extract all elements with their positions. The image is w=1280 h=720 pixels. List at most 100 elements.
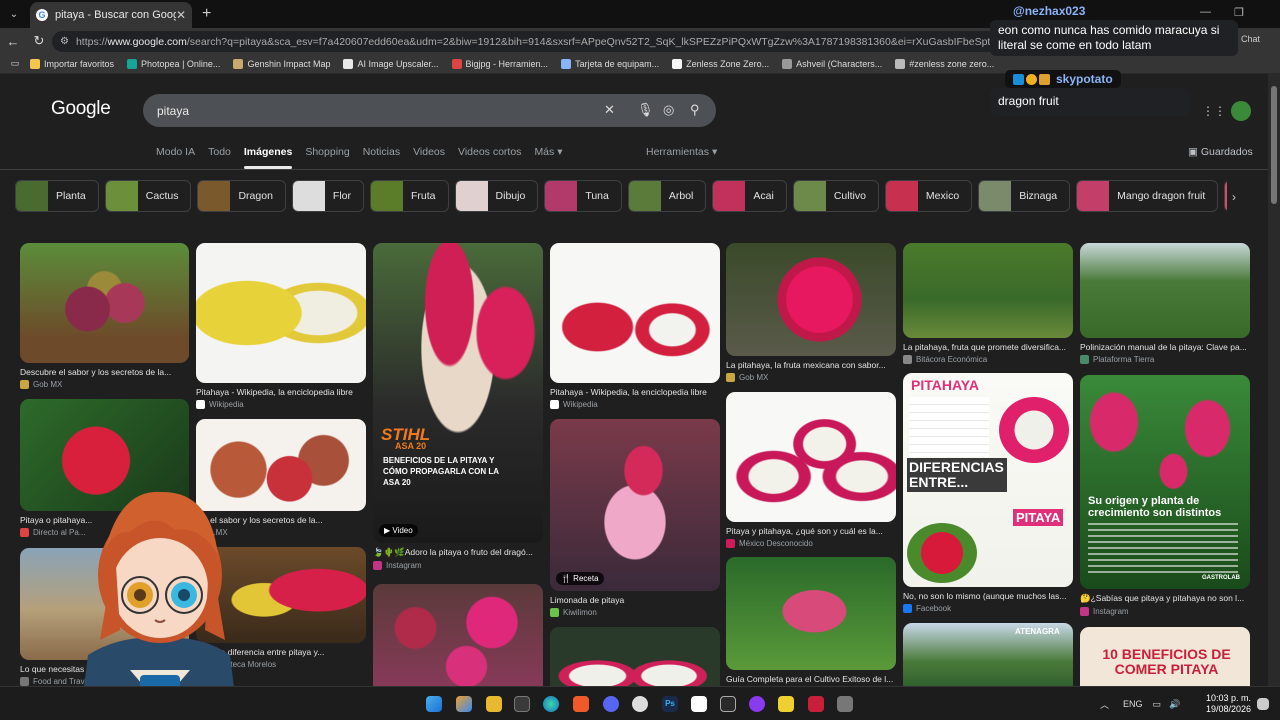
source-label: Bitácora Económica <box>916 355 988 364</box>
clear-search-icon[interactable]: ✕ <box>604 102 615 118</box>
app-icon[interactable] <box>632 696 648 712</box>
search-tab[interactable]: Videos <box>413 146 445 158</box>
search-tab[interactable]: Shopping <box>305 146 349 158</box>
tools-button[interactable]: Herramientas ▾ <box>646 146 717 158</box>
result-card[interactable]: STIHL ASA 20 BENEFICIOS DE LA PITAYA Y C… <box>373 243 543 570</box>
related-chip[interactable]: Cultivo <box>792 180 879 212</box>
notifications-icon[interactable] <box>1257 698 1269 710</box>
sticky-notes-icon[interactable] <box>778 696 794 712</box>
new-tab-icon[interactable]: + <box>202 5 211 23</box>
google-logo[interactable]: Google <box>51 98 111 120</box>
edge-icon[interactable] <box>543 696 559 712</box>
tab-close-icon[interactable]: ✕ <box>176 8 186 22</box>
saved-button[interactable]: ▣ Guardados <box>1188 146 1253 158</box>
result-card[interactable]: La pitahaya, fruta que promete diversifi… <box>903 243 1073 364</box>
search-tab[interactable]: Más ▾ <box>534 146 562 158</box>
chat-button[interactable]: Chat <box>1241 34 1260 44</box>
volume-icon[interactable]: 🔊 <box>1169 699 1180 710</box>
related-chip[interactable]: Cactus <box>104 180 192 212</box>
result-card[interactable] <box>550 627 720 686</box>
app-icon[interactable] <box>720 696 736 712</box>
discord-icon[interactable] <box>603 696 619 712</box>
result-image: 🍴 Receta <box>550 419 720 591</box>
app-icon[interactable] <box>749 696 765 712</box>
account-avatar[interactable] <box>1231 101 1251 121</box>
search-tab[interactable]: Todo <box>208 146 231 158</box>
result-card[interactable]: PITAHAYA DIFERENCIAS ENTRE... PITAYA No,… <box>903 373 1073 613</box>
address-bar[interactable]: ⚙ https://www.google.com/search?q=pitaya… <box>52 31 1012 52</box>
result-card[interactable]: Pitahaya - Wikipedia, la enciclopedia li… <box>550 243 720 409</box>
result-card[interactable]: ATENAGRA <box>903 623 1073 686</box>
notion-icon[interactable] <box>691 696 707 712</box>
clock[interactable]: 10:03 p. m. 19/08/2026 <box>1206 693 1251 715</box>
scrollbar-thumb[interactable] <box>1271 86 1277 204</box>
microphone-icon[interactable]: 🎙 <box>637 102 654 118</box>
maximize-icon[interactable]: ❐ <box>1234 6 1244 19</box>
related-chip[interactable]: Acai <box>712 180 787 212</box>
bookmark-item[interactable]: Tarjeta de equipam... <box>561 58 659 69</box>
network-icon[interactable]: ▭ <box>1153 699 1162 710</box>
related-chip[interactable]: Flor <box>291 180 365 212</box>
bookmark-item[interactable]: Photopea | Online... <box>127 58 220 69</box>
app-icon[interactable] <box>808 696 824 712</box>
search-input[interactable]: pitaya <box>157 104 189 118</box>
related-chip[interactable]: Tuna <box>544 180 622 212</box>
photoshop-icon[interactable]: Ps <box>662 696 678 712</box>
result-card[interactable]: Polinización manual de la pitaya: Clave … <box>1080 243 1250 364</box>
result-card[interactable]: La pitahaya, la fruta mexicana con sabor… <box>726 243 896 382</box>
result-card[interactable]: Guía Completa para el Cultivo Exitoso de… <box>726 557 896 684</box>
reload-icon[interactable]: ↻ <box>26 33 52 49</box>
widgets-icon[interactable] <box>456 696 472 712</box>
result-card[interactable] <box>373 584 543 686</box>
result-card[interactable]: Pitahaya - Wikipedia, la enciclopedia li… <box>196 243 366 409</box>
bookmark-item[interactable]: Zenless Zone Zero... <box>672 58 769 69</box>
search-tab[interactable]: Modo IA <box>156 146 195 158</box>
related-chip[interactable]: Arbol <box>627 180 707 212</box>
site-info-icon[interactable]: ⚙ <box>60 36 69 47</box>
bookmark-item[interactable]: #zenless zone zero... <box>895 58 994 69</box>
bookmark-item[interactable]: Importar favoritos <box>30 58 114 69</box>
related-chip[interactable]: Biznaga <box>978 180 1071 212</box>
result-card[interactable]: Descubre el sabor y los secretos de la..… <box>20 243 189 389</box>
minimize-icon[interactable]: — <box>1200 6 1211 18</box>
back-icon[interactable]: ← <box>0 34 26 49</box>
store-icon[interactable] <box>514 696 530 712</box>
search-tabs: Modo IA Todo Imágenes Shopping Noticias Video… <box>156 146 575 169</box>
bookmark-item[interactable]: AI Image Upscaler... <box>343 58 439 69</box>
result-image: PITAHAYA DIFERENCIAS ENTRE... PITAYA <box>903 373 1073 587</box>
search-tab[interactable]: Noticias <box>363 146 400 158</box>
source-icon <box>20 528 29 537</box>
app-icon[interactable] <box>837 696 853 712</box>
related-chip[interactable]: Mexico <box>884 180 973 212</box>
tray-overflow-icon[interactable]: ︿ <box>1100 698 1109 711</box>
lens-icon[interactable]: ◎ <box>663 102 674 118</box>
bookmark-item[interactable]: Ashveil (Characters... <box>782 58 882 69</box>
apps-grid-icon[interactable]: ⋮⋮ <box>1202 104 1226 118</box>
file-explorer-icon[interactable] <box>486 696 502 712</box>
search-icon[interactable]: ⚲ <box>690 102 700 118</box>
bookmark-item[interactable]: Bigjpg - Herramien... <box>451 58 548 69</box>
related-chip[interactable]: Dragon <box>197 180 286 212</box>
related-chip[interactable]: Mango dragon fruit <box>1076 180 1219 212</box>
page-scrollbar[interactable] <box>1268 74 1280 686</box>
tab-search-icon[interactable]: ⌄ <box>0 0 28 28</box>
search-tab[interactable]: Videos cortos <box>458 146 521 158</box>
search-tab[interactable]: Imágenes <box>243 146 293 169</box>
language-indicator[interactable]: ENG <box>1123 699 1143 709</box>
bookmark-item[interactable]: Genshin Impact Map <box>233 58 330 69</box>
related-chip[interactable]: Planta <box>15 180 99 212</box>
chips-next-icon[interactable]: › <box>1232 190 1236 204</box>
related-chip[interactable]: Fruta <box>370 180 449 212</box>
result-card[interactable]: 🍴 Receta Limonada de pitaya Kiwilimon <box>550 419 720 617</box>
brave-icon[interactable] <box>573 696 589 712</box>
bookmark-bar-icon[interactable]: ▭ <box>0 58 30 69</box>
result-card[interactable]: Su origen y planta de crecimiento son di… <box>1080 375 1250 616</box>
result-card[interactable]: 10 BENEFICIOS DE COMER PITAYA <box>1080 627 1250 686</box>
related-chip[interactable]: Starbucks <box>1224 180 1227 212</box>
related-chip[interactable]: Dibujo <box>454 180 539 212</box>
search-box[interactable]: pitaya ✕ 🎙 ◎ ⚲ <box>143 94 716 127</box>
bookmark-label: AI Image Upscaler... <box>357 58 439 69</box>
result-card[interactable]: Pitaya y pitahaya, ¿qué son y cuál es la… <box>726 392 896 548</box>
start-icon[interactable] <box>426 696 442 712</box>
tab-active[interactable]: G pitaya - Buscar con Google ✕ <box>30 2 192 28</box>
